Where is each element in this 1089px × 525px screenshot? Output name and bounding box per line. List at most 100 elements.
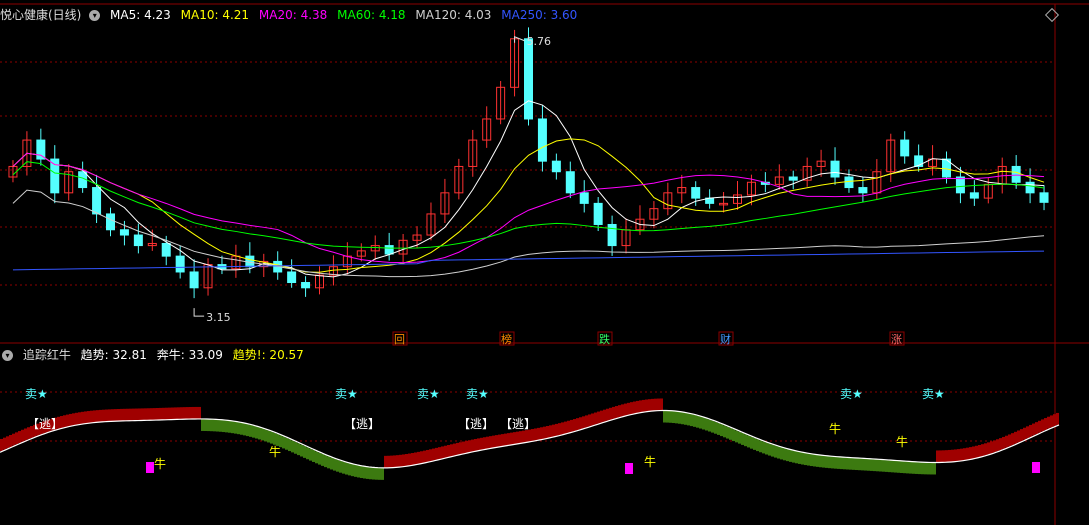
trend-ribbon-step bbox=[867, 458, 870, 471]
trend-ribbon-step bbox=[462, 441, 465, 454]
trend-ribbon-step bbox=[216, 419, 219, 432]
trend-ribbon-step bbox=[225, 420, 228, 433]
trend-ribbon-step bbox=[618, 405, 621, 418]
trend-ribbon-step bbox=[732, 429, 735, 442]
magenta-marker bbox=[146, 462, 154, 473]
trend-ribbon-step bbox=[765, 442, 768, 455]
trend-ribbon-step bbox=[375, 467, 378, 480]
trend-ribbon-step bbox=[291, 440, 294, 453]
trend-ribbon-step bbox=[1017, 430, 1020, 443]
candle-body bbox=[106, 213, 115, 231]
trend-ribbon-step bbox=[648, 399, 651, 412]
candle-body bbox=[691, 187, 701, 199]
ma250-label: MA250: 3.60 bbox=[501, 8, 578, 22]
trend-ribbon-step bbox=[810, 454, 813, 467]
bull-signal: 牛 bbox=[644, 454, 656, 469]
trend-ribbon-step bbox=[1047, 416, 1050, 429]
trend-ribbon-step bbox=[921, 462, 924, 475]
trend-ribbon-step bbox=[609, 407, 612, 420]
trend-ribbon-step bbox=[213, 419, 216, 432]
trend-ribbon-step bbox=[483, 437, 486, 450]
trend-ribbon-step bbox=[666, 410, 669, 423]
trend-ribbon-step bbox=[855, 458, 858, 471]
candle-body bbox=[593, 202, 603, 225]
trend-ribbon-step bbox=[816, 454, 819, 467]
trend-ribbon-step bbox=[741, 432, 744, 445]
trend-ribbon-step bbox=[90, 410, 93, 423]
ma20-label: MA20: 4.38 bbox=[258, 8, 328, 22]
trend-ribbon-step bbox=[681, 412, 684, 425]
trend-ribbon-step bbox=[663, 410, 666, 423]
trend-ribbon-step bbox=[135, 408, 138, 421]
trend-ribbon-step bbox=[792, 450, 795, 463]
trend-ribbon-step bbox=[405, 454, 408, 467]
trend-ribbon-step bbox=[255, 426, 258, 439]
settings-toggle-icon[interactable]: ▾ bbox=[89, 10, 101, 21]
trend-ribbon-step bbox=[108, 409, 111, 422]
trend-ribbon-step bbox=[420, 451, 423, 464]
trend-ribbon-step bbox=[378, 467, 381, 480]
trend-ribbon-step bbox=[696, 415, 699, 428]
trend-ribbon-step bbox=[669, 410, 672, 423]
trend-ribbon-step bbox=[390, 455, 393, 468]
trend-ribbon-step bbox=[126, 408, 129, 421]
trend-ribbon-step bbox=[111, 409, 114, 422]
trend-ribbon-step bbox=[384, 455, 387, 468]
trend-ribbon-step bbox=[9, 435, 12, 448]
trend-ribbon-step bbox=[597, 411, 600, 424]
trend-ribbon-step bbox=[342, 461, 345, 474]
trend-ribbon-step bbox=[897, 460, 900, 473]
trend-ribbon-step bbox=[756, 439, 759, 452]
trend-ribbon-step bbox=[438, 447, 441, 460]
trend-ribbon-step bbox=[984, 443, 987, 456]
bull-signal: 牛 bbox=[269, 444, 281, 459]
trend-ribbon-step bbox=[249, 424, 252, 437]
trend-ribbon-step bbox=[171, 407, 174, 420]
trend-ribbon-step bbox=[990, 441, 993, 454]
trend-ribbon-step bbox=[327, 456, 330, 469]
trend-ribbon-step bbox=[147, 408, 150, 421]
trend-ribbon-step bbox=[426, 449, 429, 462]
trend-ribbon-step bbox=[114, 409, 117, 422]
trend-ribbon-step bbox=[357, 465, 360, 478]
trend-ribbon-step bbox=[930, 462, 933, 475]
trend-ribbon-step bbox=[717, 422, 720, 435]
trend-ribbon-step bbox=[264, 429, 267, 442]
trend-ribbon-step bbox=[546, 426, 549, 439]
trend-ribbon-step bbox=[738, 431, 741, 444]
trend-ribbon-step bbox=[978, 445, 981, 458]
trend-ribbon-step bbox=[1053, 414, 1056, 427]
trend-ribbon-step bbox=[633, 401, 636, 414]
magenta-marker bbox=[625, 463, 633, 474]
trend-ribbon-step bbox=[927, 462, 930, 475]
trend-ribbon-step bbox=[63, 415, 66, 428]
trend-ribbon-step bbox=[831, 456, 834, 469]
trend-ribbon-step bbox=[828, 456, 831, 469]
trend-ribbon-step bbox=[624, 403, 627, 416]
trend-ribbon-step bbox=[165, 407, 168, 420]
bull-signal: 牛 bbox=[829, 421, 841, 436]
trend-ribbon-step bbox=[573, 419, 576, 432]
trend-ex-label: 趋势! bbox=[232, 348, 262, 362]
trend-ribbon-step bbox=[123, 408, 126, 421]
trend-ribbon-step bbox=[267, 430, 270, 443]
trend-ribbon-step bbox=[99, 409, 102, 422]
trend-ribbon-step bbox=[396, 455, 399, 468]
indicator-toggle-icon[interactable]: ▾ bbox=[2, 350, 13, 361]
high-annotation-line bbox=[514, 36, 525, 43]
trend-ribbon-step bbox=[948, 449, 951, 462]
trend-ribbon-step bbox=[84, 411, 87, 424]
trend-ribbon-step bbox=[849, 457, 852, 470]
candle-body bbox=[161, 242, 171, 257]
trend-ribbon-step bbox=[537, 427, 540, 440]
trend-ribbon-step bbox=[411, 453, 414, 466]
trend-ribbon-step bbox=[333, 458, 336, 471]
trend-ribbon-step bbox=[312, 449, 315, 462]
trend-ribbon-step bbox=[15, 432, 18, 445]
trend-ribbon-step bbox=[900, 460, 903, 473]
trend-ribbon-step bbox=[981, 444, 984, 457]
trend-ribbon-step bbox=[942, 450, 945, 463]
trend-ribbon-step bbox=[933, 462, 936, 475]
trend-ribbon-step bbox=[66, 414, 69, 427]
trend-ribbon-step bbox=[819, 455, 822, 468]
